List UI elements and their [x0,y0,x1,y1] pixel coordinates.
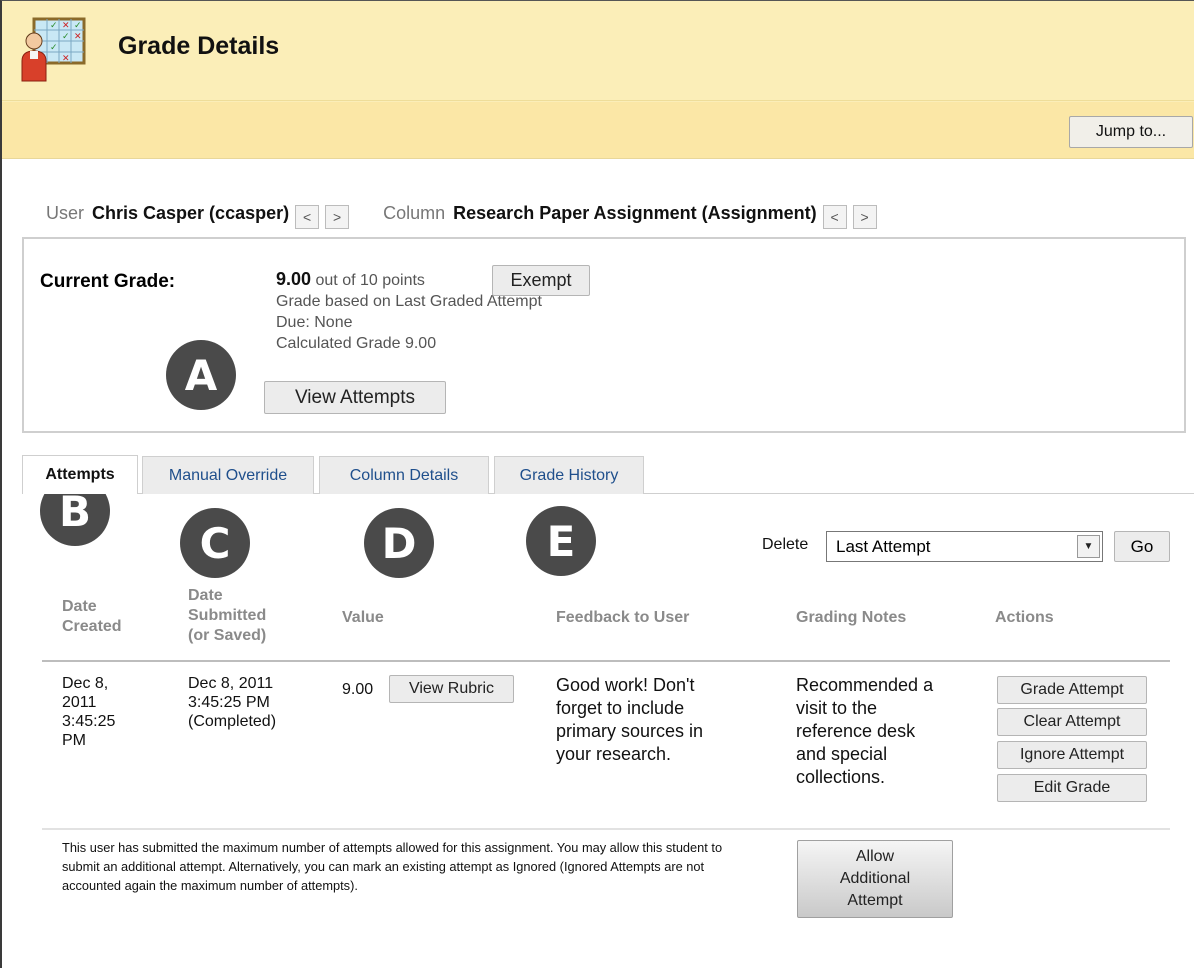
current-grade-label: Current Grade: [40,271,176,292]
view-rubric-button[interactable]: View Rubric [389,675,514,703]
dropdown-arrow-icon[interactable]: ▼ [1077,535,1100,558]
delete-label: Delete [762,536,809,553]
header-date-created: Date Created [62,598,122,635]
page-title: Grade Details [118,32,280,60]
clear-attempt-button[interactable]: Clear Attempt [997,708,1147,736]
user-value: Chris Casper (ccasper) [92,202,290,223]
callout-a: A [166,340,236,410]
column-value: Research Paper Assignment (Assignment) [453,202,817,223]
due-date: Due: None [276,314,353,331]
cell-value: 9.00 [342,681,374,698]
header-grading-notes: Grading Notes [796,609,907,626]
callout-d: D [364,508,434,578]
action-bar: Jump to... [2,102,1194,159]
delete-select-value: Last Attempt [836,536,931,556]
view-attempts-button[interactable]: View Attempts [264,381,446,414]
column-label: Column [383,202,446,223]
previous-user-button[interactable]: < [295,205,320,229]
header-date-submitted: Date Submitted (or Saved) [188,587,267,644]
ignore-attempt-button[interactable]: Ignore Attempt [997,741,1147,769]
delete-select[interactable]: Last Attempt ▼ [826,531,1103,562]
tab-column-details[interactable]: Column Details [319,456,489,494]
svg-text:✕: ✕ [74,32,82,42]
cell-feedback: Good work! Don't forget to include primary… [556,675,704,764]
footer-rule [42,828,1170,830]
header-value: Value [342,609,384,626]
user-label: User [46,202,85,223]
grade-score: 9.00 [276,269,312,289]
go-button[interactable]: Go [1114,531,1170,562]
cell-date-created: Dec 8, 2011 3:45:25 PM [62,675,116,749]
grade-out-of: out of 10 points [315,272,425,289]
previous-column-button[interactable]: < [822,205,847,229]
next-column-button[interactable]: > [852,205,877,229]
grade-attempt-button[interactable]: Grade Attempt [997,676,1147,704]
header-title-bar: ✓ ✕ ✓ ✓ ✕ ✓ ✕ Grade Details [2,1,1194,101]
header-actions: Actions [995,609,1054,626]
exempt-button[interactable]: Exempt [492,265,590,296]
user-column-nav: User Chris Casper (ccasper) < > Column R… [46,198,877,229]
header-feedback: Feedback to User [556,609,690,626]
tab-attempts[interactable]: Attempts [22,455,138,494]
tab-manual-override[interactable]: Manual Override [142,456,314,494]
jump-to-button[interactable]: Jump to... [1069,116,1193,148]
callout-e: E [526,506,596,576]
svg-text:✓: ✓ [74,21,82,31]
page-header: ✓ ✕ ✓ ✓ ✕ ✓ ✕ Grade Details Jump to... [2,1,1194,159]
svg-text:✕: ✕ [62,21,70,31]
tab-grade-history[interactable]: Grade History [494,456,644,494]
calculated-grade: Calculated Grade 9.00 [276,335,437,352]
svg-text:✓: ✓ [50,43,58,53]
edit-grade-button[interactable]: Edit Grade [997,774,1147,802]
grade-center-teacher-icon: ✓ ✕ ✓ ✓ ✕ ✓ ✕ [21,17,86,82]
svg-text:✓: ✓ [62,32,70,42]
cell-grading-notes: Recommended a visit to the reference desk a… [796,675,934,787]
table-header-rule [42,660,1170,662]
cell-date-submitted: Dec 8, 2011 3:45:25 PM (Completed) [188,675,277,730]
next-user-button[interactable]: > [325,205,350,229]
svg-text:✓: ✓ [50,21,58,31]
allow-additional-attempt-button[interactable]: Allow Additional Attempt [797,840,953,918]
max-attempts-message: This user has submitted the maximum numb… [62,840,723,893]
svg-text:✕: ✕ [62,54,70,64]
callout-c: C [180,508,250,578]
